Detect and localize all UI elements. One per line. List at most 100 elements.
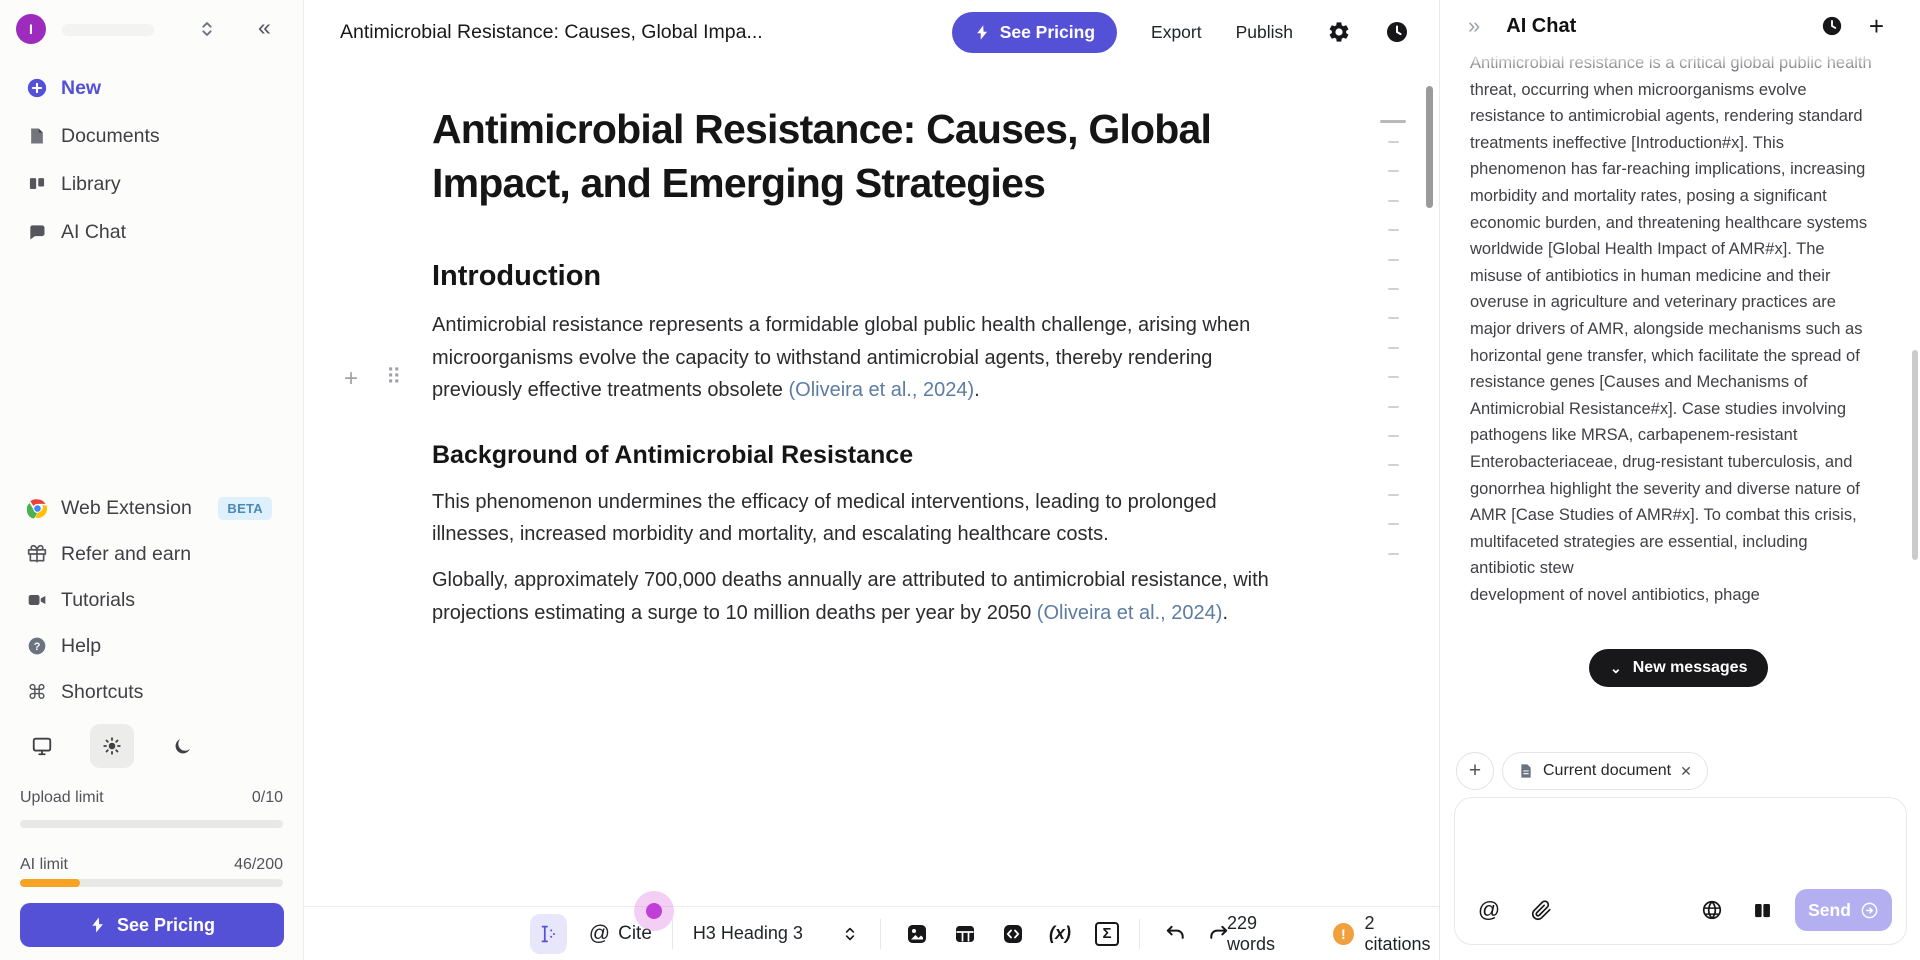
new-messages-button[interactable]: ⌄ New messages — [1589, 649, 1768, 687]
heading-style-select[interactable]: H3 Heading 3 — [693, 923, 860, 944]
add-block-button[interactable]: + — [344, 367, 358, 391]
chat-history-icon[interactable] — [1821, 15, 1843, 37]
workspace-name — [62, 24, 154, 36]
upload-limit-bar — [20, 820, 283, 828]
context-chip-label: Current document — [1543, 762, 1671, 780]
sidebar-item-refer[interactable]: Refer and earn — [0, 531, 304, 577]
sidebar-item-library[interactable]: Library — [0, 160, 304, 208]
command-icon: ⌘ — [26, 681, 48, 703]
history-clock-icon[interactable] — [1385, 20, 1409, 44]
sidebar-item-tutorials[interactable]: Tutorials — [0, 577, 304, 623]
monitor-icon — [31, 735, 53, 757]
section-heading-introduction[interactable]: Introduction — [432, 260, 1272, 293]
export-button[interactable]: Export — [1151, 22, 1202, 43]
paragraph[interactable]: Globally, approximately 700,000 deaths a… — [432, 564, 1272, 629]
theme-system-button[interactable] — [20, 724, 64, 768]
section-heading-background[interactable]: Background of Antimicrobial Resistance — [432, 441, 1272, 470]
editor-toolbar: @ Cite H3 Heading 3 (x) Σ — [304, 906, 1439, 960]
ai-autocomplete-button[interactable] — [530, 914, 567, 954]
document-icon — [1518, 763, 1534, 779]
workspace-header: I « — [0, 0, 303, 60]
publish-button[interactable]: Publish — [1236, 22, 1293, 43]
workspace-switcher-icon[interactable] — [196, 18, 218, 40]
editor-scrollbar[interactable] — [1426, 86, 1433, 208]
ai-cursor-icon — [537, 923, 559, 945]
help-icon: ? — [26, 635, 48, 657]
new-messages-label: New messages — [1633, 659, 1748, 677]
sidebar-item-label: AI Chat — [61, 221, 126, 244]
chat-message: Antimicrobial resistance is a critical g… — [1470, 50, 1872, 608]
chevron-down-icon: ⌄ — [1610, 661, 1622, 675]
insert-math-button[interactable]: (x) — [1049, 922, 1071, 946]
sidebar-item-new[interactable]: New — [0, 64, 304, 112]
new-chat-button[interactable]: + — [1869, 15, 1884, 37]
reader-mode-button[interactable] — [1750, 898, 1774, 922]
chat-bubble-icon — [26, 221, 48, 243]
add-context-button[interactable]: + — [1456, 752, 1494, 790]
sidebar-item-shortcuts[interactable]: ⌘ Shortcuts — [0, 669, 304, 715]
attach-file-button[interactable] — [1529, 898, 1553, 922]
web-search-button[interactable] — [1700, 898, 1724, 922]
chat-message-text: Antimicrobial resistance is a critical g… — [1470, 54, 1872, 577]
avatar[interactable]: I — [16, 14, 46, 44]
document-heading-1[interactable]: Antimicrobial Resistance: Causes, Global… — [432, 102, 1272, 210]
toolbar-divider — [1139, 919, 1140, 949]
citation-link[interactable]: (Oliveira et al., 2024) — [1037, 602, 1223, 624]
insert-code-button[interactable] — [1001, 922, 1025, 946]
beta-badge: BETA — [218, 497, 272, 520]
citations-count[interactable]: 2 citations — [1365, 913, 1440, 955]
mention-button[interactable]: @ — [1477, 898, 1501, 922]
collab-cursor — [634, 891, 674, 931]
send-button[interactable]: Send — [1795, 889, 1892, 931]
chat-header: » AI Chat + — [1440, 0, 1920, 52]
chat-scrollbar[interactable] — [1912, 350, 1918, 560]
minimap-heading-dash — [1380, 120, 1406, 123]
editor-area[interactable]: + ⠿ Antimicrobial Resistance: Causes, Gl… — [304, 64, 1439, 906]
app-window: I « New Documents — [0, 0, 1920, 960]
sidebar-item-ai-chat[interactable]: AI Chat — [0, 208, 304, 256]
svg-text:?: ? — [34, 641, 41, 653]
theme-dark-button[interactable] — [160, 724, 204, 768]
sidebar-item-documents[interactable]: Documents — [0, 112, 304, 160]
paragraph-text: . — [974, 379, 980, 401]
drag-handle-icon[interactable]: ⠿ — [386, 364, 401, 392]
context-chip[interactable]: Current document ✕ — [1502, 752, 1708, 790]
upload-limit-value: 0/10 — [252, 789, 283, 807]
insert-image-button[interactable] — [905, 922, 929, 946]
sidebar-item-label: Documents — [61, 125, 160, 148]
sidebar-item-web-extension[interactable]: Web Extension BETA — [0, 485, 304, 531]
sidebar-item-help[interactable]: ? Help — [0, 623, 304, 669]
insert-equation-button[interactable]: Σ — [1095, 922, 1119, 946]
settings-gear-icon[interactable] — [1327, 20, 1351, 44]
send-label: Send — [1808, 900, 1851, 921]
bolt-icon — [89, 916, 107, 934]
see-pricing-button[interactable]: See Pricing — [952, 12, 1117, 53]
chat-input[interactable] — [1477, 814, 1886, 884]
document-body[interactable]: Antimicrobial Resistance: Causes, Global… — [432, 102, 1272, 629]
theme-light-button[interactable] — [90, 724, 134, 768]
gift-icon — [26, 543, 48, 565]
composer-actions: @ Send — [1477, 889, 1892, 931]
sidebar-collapse-button[interactable]: « — [258, 12, 271, 42]
sidebar-item-label: Tutorials — [61, 589, 135, 612]
send-arrow-icon — [1860, 901, 1879, 920]
sidebar-item-label: Web Extension — [61, 497, 192, 520]
insert-table-button[interactable] — [953, 922, 977, 946]
sidebar-item-label: Help — [61, 635, 101, 658]
panel-collapse-icon[interactable]: » — [1468, 13, 1480, 39]
paragraph[interactable]: This phenomenon undermines the efficacy … — [432, 486, 1272, 551]
heading-style-label: H3 Heading 3 — [693, 923, 803, 944]
at-icon: @ — [589, 922, 610, 946]
citation-link[interactable]: (Oliveira et al., 2024) — [788, 379, 974, 401]
chat-title: AI Chat — [1506, 15, 1576, 38]
remove-context-icon[interactable]: ✕ — [1680, 763, 1692, 780]
undo-button[interactable] — [1164, 922, 1187, 946]
document-title-breadcrumb[interactable]: Antimicrobial Resistance: Causes, Global… — [340, 21, 763, 44]
chat-input-box[interactable]: @ Send — [1454, 797, 1907, 945]
paragraph[interactable]: Antimicrobial resistance represents a fo… — [432, 309, 1272, 407]
sidebar-see-pricing-button[interactable]: See Pricing — [20, 903, 284, 947]
moon-icon — [172, 736, 193, 757]
sidebar-secondary: Web Extension BETA Refer and earn Tutori… — [0, 485, 304, 715]
toolbar-divider — [672, 919, 673, 949]
sidebar-nav: New Documents Library AI Chat — [0, 64, 304, 256]
